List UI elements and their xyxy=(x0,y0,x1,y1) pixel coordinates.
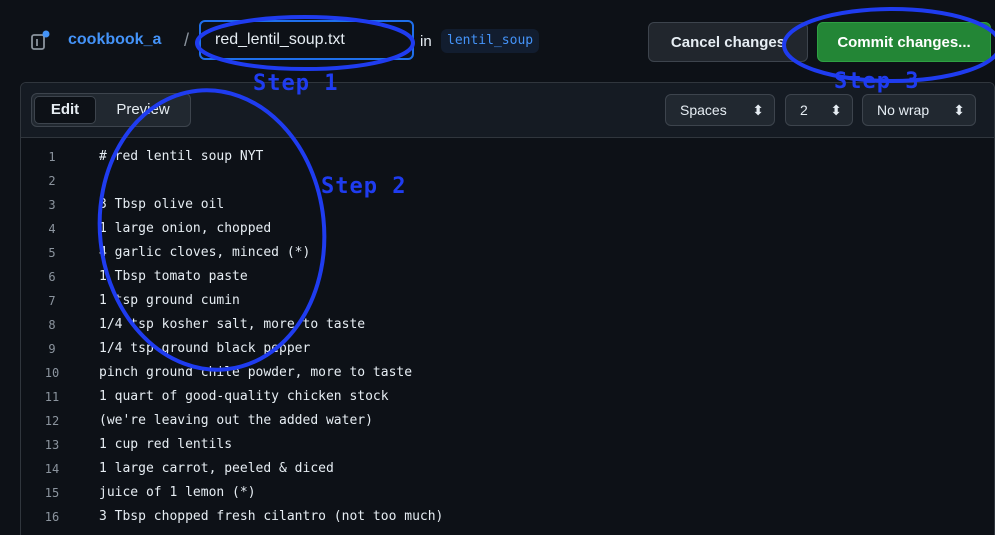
code-line[interactable]: 16 3 Tbsp chopped fresh cilantro (not too… xyxy=(21,505,994,529)
wrap-mode-value: No wrap xyxy=(877,102,930,118)
annotation-step1: Step 1 xyxy=(253,71,339,96)
code-line[interactable]: 1 # red lentil soup NYT xyxy=(21,145,994,169)
tab-preview[interactable]: Preview xyxy=(98,96,188,124)
filename-input[interactable] xyxy=(199,20,414,60)
line-number: 13 xyxy=(44,438,60,452)
line-number: 16 xyxy=(44,510,60,524)
code-line[interactable]: 12 (we're leaving out the added water) xyxy=(21,409,994,433)
up-down-chevron-icon: ⬍ xyxy=(953,102,965,118)
up-down-chevron-icon: ⬍ xyxy=(830,102,842,118)
indent-mode-select[interactable]: Spaces ⬍ xyxy=(665,94,775,126)
code-line[interactable]: 4 1 large onion, chopped xyxy=(21,217,994,241)
indent-mode-value: Spaces xyxy=(680,102,727,118)
code-line[interactable]: 11 1 quart of good-quality chicken stock xyxy=(21,385,994,409)
line-text: # red lentil soup NYT xyxy=(99,149,264,164)
line-number: 6 xyxy=(48,270,56,284)
commit-changes-button[interactable]: Commit changes... xyxy=(817,22,991,62)
repo-name-link[interactable]: cookbook_a xyxy=(68,31,161,49)
line-text: 1/4 tsp ground black pepper xyxy=(99,341,311,356)
repo-icon xyxy=(30,30,52,52)
line-text: 1 cup red lentils xyxy=(99,437,233,452)
wrap-mode-select[interactable]: No wrap ⬍ xyxy=(862,94,976,126)
path-separator: / xyxy=(184,30,190,50)
branch-badge[interactable]: lentil_soup xyxy=(441,29,540,53)
code-line[interactable]: 3 3 Tbsp olive oil xyxy=(21,193,994,217)
line-text: 1 large onion, chopped xyxy=(99,221,272,236)
line-text: (we're leaving out the added water) xyxy=(99,413,373,428)
line-text: 1 tsp ground cumin xyxy=(99,293,240,308)
line-number: 11 xyxy=(44,390,60,404)
line-number: 1 xyxy=(48,150,56,164)
code-area[interactable]: 1 # red lentil soup NYT 2 3 3 Tbsp olive oil… xyxy=(21,139,994,535)
annotation-step3: Step 3 xyxy=(834,69,920,94)
line-number: 3 xyxy=(48,198,56,212)
line-text: juice of 1 lemon (*) xyxy=(99,485,256,500)
line-number: 14 xyxy=(44,462,60,476)
line-number: 9 xyxy=(48,342,56,356)
code-line[interactable]: 13 1 cup red lentils xyxy=(21,433,994,457)
code-line[interactable]: 8 1/4 tsp kosher salt, more to taste xyxy=(21,313,994,337)
code-line[interactable]: 10 pinch ground chile powder, more to tas… xyxy=(21,361,994,385)
annotation-step2: Step 2 xyxy=(321,174,407,199)
line-number: 7 xyxy=(48,294,56,308)
code-line[interactable]: 6 1 Tbsp tomato paste xyxy=(21,265,994,289)
code-line[interactable]: 9 1/4 tsp ground black pepper xyxy=(21,337,994,361)
line-text: 1/4 tsp kosher salt, more to taste xyxy=(99,317,366,332)
code-line[interactable]: 2 xyxy=(21,169,994,193)
line-number: 10 xyxy=(44,366,60,380)
up-down-chevron-icon: ⬍ xyxy=(752,102,764,118)
line-number: 15 xyxy=(44,486,60,500)
line-number: 5 xyxy=(48,246,56,260)
line-text: 3 Tbsp olive oil xyxy=(99,197,225,212)
indent-size-select[interactable]: 2 ⬍ xyxy=(785,94,853,126)
line-text: pinch ground chile powder, more to taste xyxy=(99,365,413,380)
tab-edit[interactable]: Edit xyxy=(34,96,96,124)
line-text: 3 Tbsp chopped fresh cilantro (not too m… xyxy=(99,509,444,524)
line-text: 4 garlic cloves, minced (*) xyxy=(99,245,311,260)
code-line[interactable]: 5 4 garlic cloves, minced (*) xyxy=(21,241,994,265)
edit-preview-tabs: Edit Preview xyxy=(31,93,191,127)
line-number: 2 xyxy=(48,174,56,188)
code-line[interactable]: 15 juice of 1 lemon (*) xyxy=(21,481,994,505)
cancel-changes-button[interactable]: Cancel changes xyxy=(648,22,808,62)
code-line[interactable]: 7 1 tsp ground cumin xyxy=(21,289,994,313)
indent-size-value: 2 xyxy=(800,102,808,118)
line-number: 12 xyxy=(44,414,60,428)
line-text: 1 Tbsp tomato paste xyxy=(99,269,248,284)
line-number: 8 xyxy=(48,318,56,332)
file-editor: Edit Preview Spaces ⬍ 2 ⬍ No wrap ⬍ 1 # r… xyxy=(20,82,995,535)
line-number: 4 xyxy=(48,222,56,236)
editor-topbar: cookbook_a / in lentil_soup Cancel chang… xyxy=(0,0,995,80)
code-line[interactable]: 14 1 large carrot, peeled & diced xyxy=(21,457,994,481)
line-text: 1 large carrot, peeled & diced xyxy=(99,461,334,476)
in-label: in xyxy=(420,33,432,50)
line-text: 1 quart of good-quality chicken stock xyxy=(99,389,389,404)
